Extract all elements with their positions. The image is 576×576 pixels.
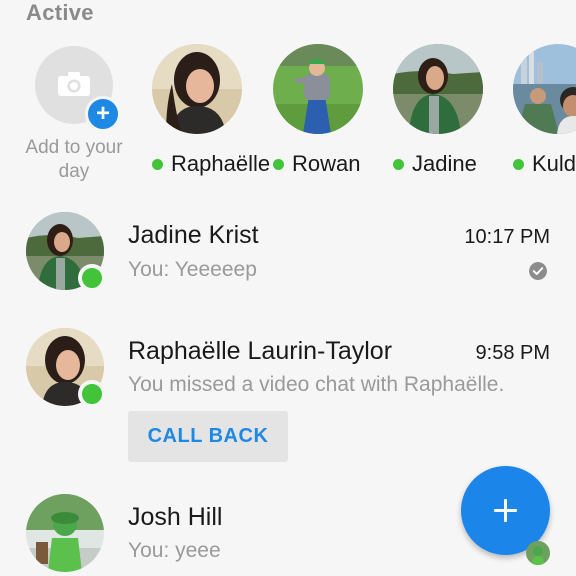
- story-item-jadine[interactable]: Jadine: [393, 44, 513, 194]
- story-name: Raphaëlle: [152, 151, 270, 177]
- online-indicator: [78, 264, 106, 292]
- conversation-item-jadine-krist[interactable]: Jadine Krist 10:17 PM You: Yeeeeep: [0, 196, 576, 296]
- avatar[interactable]: [393, 44, 483, 134]
- online-indicator: [152, 158, 163, 170]
- plus-icon-stroke: [504, 499, 507, 522]
- story-name-label: Kulde: [532, 151, 576, 176]
- story-name: Jadine: [393, 151, 477, 177]
- online-indicator: [393, 158, 404, 170]
- conversation-name: Josh Hill: [128, 503, 223, 531]
- story-item-kulde[interactable]: Kulde: [513, 44, 576, 194]
- conversation-snippet: You missed a video chat with Raphaëlle.: [128, 373, 505, 396]
- avatar[interactable]: [273, 44, 363, 134]
- online-indicator: [273, 158, 284, 170]
- stories-row[interactable]: + Add to your day Raphaëlle Rowan Jadine…: [0, 44, 576, 194]
- story-item-rowan[interactable]: Rowan: [273, 44, 393, 194]
- story-name: Kulde: [513, 151, 576, 177]
- story-item-raphaelle[interactable]: Raphaëlle: [152, 44, 272, 194]
- avatar[interactable]: [26, 494, 104, 572]
- check-circle-icon: [529, 262, 547, 280]
- add-story-item[interactable]: + Add to your day: [0, 44, 140, 194]
- call-back-button[interactable]: CALL BACK: [128, 411, 288, 462]
- online-indicator: [78, 380, 106, 408]
- story-name: Rowan: [273, 151, 360, 177]
- conversation-snippet: You: Yeeeeep: [128, 258, 257, 281]
- avatar[interactable]: [513, 44, 576, 134]
- camera-icon: [58, 72, 90, 96]
- plus-icon: +: [85, 96, 121, 132]
- messenger-home-screen: Active + Add to your day Raphaëlle Rowan…: [0, 0, 576, 576]
- seen-by-avatar: [526, 541, 550, 565]
- avatar[interactable]: [152, 44, 242, 134]
- conversation-time: 9:58 PM: [475, 342, 550, 364]
- conversation-item-raphaelle-laurin-taylor[interactable]: Raphaëlle Laurin-Taylor 9:58 PM You miss…: [0, 312, 576, 472]
- active-section-title: Active: [26, 0, 94, 25]
- story-name-label: Raphaëlle: [171, 151, 271, 176]
- story-name-label: Rowan: [292, 151, 361, 176]
- online-indicator: [513, 158, 524, 170]
- conversation-name: Raphaëlle Laurin-Taylor: [128, 337, 393, 365]
- conversation-time: 10:17 PM: [464, 226, 550, 248]
- story-name-label: Jadine: [412, 151, 477, 176]
- conversation-snippet: You: yeee: [128, 539, 221, 562]
- add-story-label: Add to your day: [25, 137, 123, 182]
- conversation-name: Jadine Krist: [128, 221, 259, 249]
